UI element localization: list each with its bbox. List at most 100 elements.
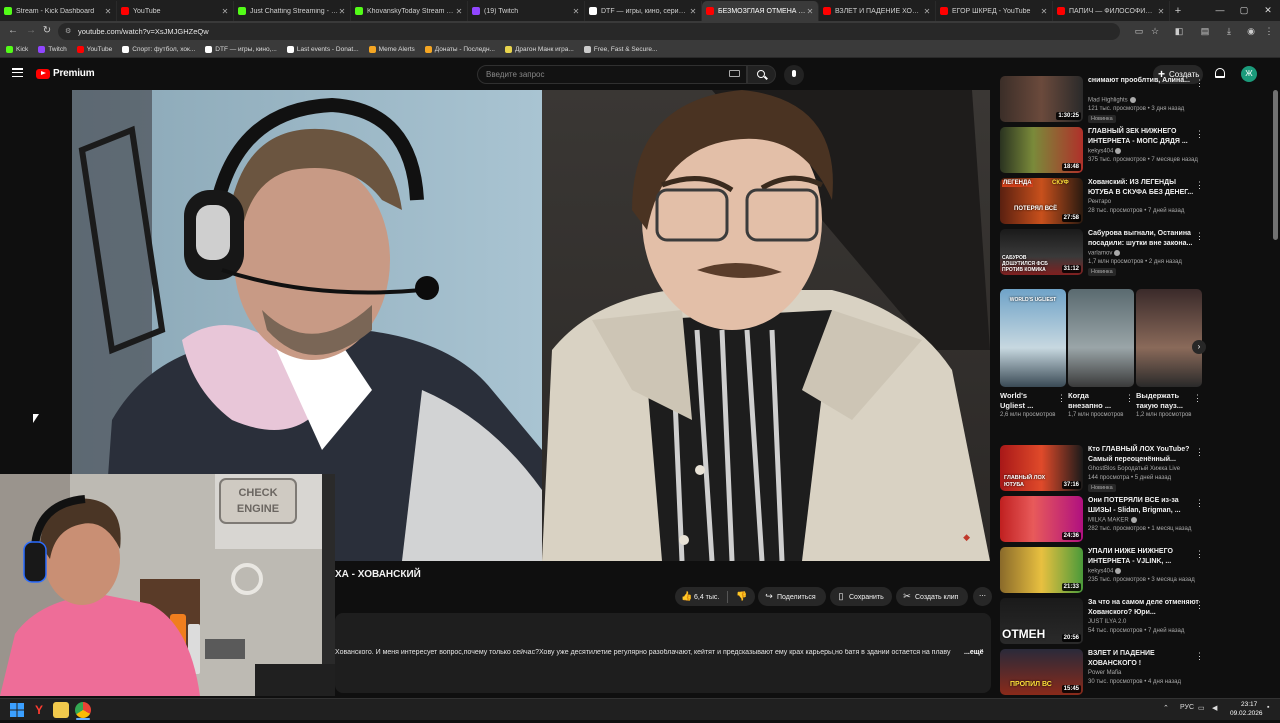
video-thumbnail[interactable]: 24:36 bbox=[1000, 496, 1083, 542]
channel-name[interactable]: Рентаро bbox=[1088, 199, 1111, 205]
avatar[interactable]: Ж bbox=[1241, 66, 1257, 82]
new-tab-icon[interactable]: + bbox=[1170, 1, 1186, 21]
browser-tab[interactable]: Just Chatting Streaming - Live ✕ bbox=[234, 1, 351, 21]
more-vert-icon[interactable]: ⋮ bbox=[1195, 498, 1204, 509]
browser-tab[interactable]: DTF — игры, кино, сериалы ✕ bbox=[585, 1, 702, 21]
browser-tab[interactable]: (19) Twitch ✕ bbox=[468, 1, 585, 21]
recommended-video[interactable]: 27:58 ЛЕГЕНДА СКУФ ПОТЕРЯЛ ВСЁ Хованский: ИЗ… bbox=[1000, 178, 1210, 224]
more-vert-icon[interactable]: ⋮ bbox=[1195, 180, 1204, 191]
short-thumbnail[interactable] bbox=[1068, 289, 1134, 387]
more-vert-icon[interactable]: ⋮ bbox=[1193, 393, 1202, 404]
back-icon[interactable]: ← bbox=[6, 24, 20, 38]
short-title[interactable]: Когда внезапно ... bbox=[1068, 391, 1122, 411]
browser-tab[interactable]: ЕГОР ШКРЕД - YouTube ✕ bbox=[936, 1, 1053, 21]
youtube-logo[interactable]: Premium bbox=[36, 68, 95, 79]
more-vert-icon[interactable]: ⋮ bbox=[1195, 447, 1204, 458]
video-title[interactable]: ВЗЛЕТ И ПАДЕНИЕ ХОВАНСКОГО ! bbox=[1088, 649, 1200, 669]
browser-tab[interactable]: ПАПИЧ — ФИЛОСОФИЯ СВОБОДЫ✕ bbox=[1053, 1, 1170, 21]
video-thumbnail[interactable]: 27:58 ЛЕГЕНДА СКУФ ПОТЕРЯЛ ВСЁ bbox=[1000, 178, 1083, 224]
tab-close-icon[interactable]: ✕ bbox=[1157, 7, 1165, 16]
browser-menu-icon[interactable]: ⋮ bbox=[1262, 24, 1276, 38]
more-actions-icon[interactable]: ⋯ bbox=[973, 587, 992, 606]
video-title[interactable]: снимают прооблтив, Алина... bbox=[1088, 76, 1200, 86]
minimize-icon[interactable]: — bbox=[1208, 0, 1232, 20]
tab-close-icon[interactable]: ✕ bbox=[338, 7, 346, 16]
channel-name[interactable]: kekys404 bbox=[1088, 148, 1122, 155]
bookmark-item[interactable]: Донаты - Последн... bbox=[424, 46, 495, 53]
file-explorer-icon[interactable] bbox=[53, 702, 69, 718]
keyboard-icon[interactable] bbox=[729, 70, 740, 77]
tab-close-icon[interactable]: ✕ bbox=[572, 7, 580, 16]
browser-tab[interactable]: YouTube ✕ bbox=[117, 1, 234, 21]
notification-center-icon[interactable]: ▪ bbox=[1267, 704, 1269, 711]
video-title[interactable]: УПАЛИ НИЖЕ НИЖНЕГО ИНТЕРНЕТА - VJLINK, .… bbox=[1088, 547, 1200, 567]
network-icon[interactable]: ▭ bbox=[1198, 704, 1205, 712]
short-item[interactable]: WORLD'S UGLIEST World's Ugliest ... 2,6 мл… bbox=[1000, 289, 1066, 420]
more-vert-icon[interactable]: ⋮ bbox=[1195, 651, 1204, 662]
video-thumbnail[interactable]: 21:33 bbox=[1000, 547, 1083, 593]
channel-name[interactable]: Mad Highlights bbox=[1088, 97, 1136, 104]
notifications-bell-icon[interactable] bbox=[1215, 68, 1225, 78]
more-vert-icon[interactable]: ⋮ bbox=[1057, 393, 1066, 404]
tab-close-icon[interactable]: ✕ bbox=[923, 7, 931, 16]
video-thumbnail[interactable]: 37:16 ГЛАВНЫЙ ЛОХ ЮТУБА bbox=[1000, 445, 1083, 491]
site-info-icon[interactable]: ⚙ bbox=[65, 23, 71, 40]
clock-time[interactable]: 23:17 bbox=[1241, 701, 1257, 708]
clock-date[interactable]: 09.02.2026 bbox=[1230, 710, 1263, 717]
recommended-video[interactable]: 18:48 ГЛАВНЫЙ ЗЕК НИЖНЕГО ИНТЕРНЕТА - МОП… bbox=[1000, 127, 1210, 173]
chevron-right-icon[interactable]: › bbox=[1192, 340, 1206, 354]
recommended-video[interactable]: 15:45 ПРОПИЛ ВС ВЗЛЕТ И ПАДЕНИЕ ХОВАНСКОГО… bbox=[1000, 649, 1210, 695]
video-title[interactable]: Хованский: ИЗ ЛЕГЕНДЫ ЮТУБА В СКУФА БЕЗ … bbox=[1088, 178, 1200, 198]
volume-icon[interactable]: ◀ bbox=[1212, 704, 1217, 712]
tab-close-icon[interactable]: ✕ bbox=[221, 7, 229, 16]
bookmark-item[interactable]: Twitch bbox=[38, 46, 67, 53]
video-thumbnail[interactable]: 31:12 САБУРОВ ДОШУТИЛСЯ ФСБ ПРОТИВ КОМИКА bbox=[1000, 229, 1083, 275]
tab-close-icon[interactable]: ✕ bbox=[104, 7, 112, 16]
more-vert-icon[interactable]: ⋮ bbox=[1195, 129, 1204, 140]
channel-name[interactable]: varlamov bbox=[1088, 250, 1121, 257]
short-thumbnail[interactable] bbox=[1136, 289, 1202, 387]
cast-icon[interactable]: ▭ bbox=[1132, 24, 1146, 38]
share-button[interactable]: ↪ Поделиться bbox=[758, 587, 826, 606]
tab-close-icon[interactable]: ✕ bbox=[689, 7, 697, 16]
bookmark-item[interactable]: Спорт: футбол, хок... bbox=[122, 46, 195, 53]
search-button[interactable] bbox=[747, 65, 776, 84]
channel-name[interactable]: JUST ILYA 2.0 bbox=[1088, 619, 1126, 625]
video-title[interactable]: Сабурова выгнали, Останина посадили: шут… bbox=[1088, 229, 1200, 249]
recommended-video[interactable]: 37:16 ГЛАВНЫЙ ЛОХ ЮТУБА Кто ГЛАВНЫЙ ЛОХ Yo… bbox=[1000, 445, 1210, 492]
clip-button[interactable]: ✂ Создать клип bbox=[896, 587, 968, 606]
voice-search-icon[interactable] bbox=[784, 65, 804, 85]
page-scrollbar[interactable] bbox=[1273, 90, 1278, 240]
short-item[interactable]: Выдержать такую пауз... 1,2 млн просмотро… bbox=[1136, 289, 1202, 420]
forward-icon[interactable]: → bbox=[24, 24, 38, 38]
short-title[interactable]: World's Ugliest ... bbox=[1000, 391, 1054, 411]
bookmark-item[interactable]: Last events - Donat... bbox=[286, 46, 359, 53]
tab-close-icon[interactable]: ✕ bbox=[455, 7, 463, 16]
address-bar[interactable]: ⚙ youtube.com/watch?v=XsJMJGHZeQw bbox=[58, 23, 1120, 40]
downloads-icon[interactable]: ⤓ bbox=[1222, 24, 1236, 38]
hamburger-menu-icon[interactable] bbox=[12, 68, 23, 78]
window-close-icon[interactable]: ✕ bbox=[1256, 0, 1280, 20]
bookmark-item[interactable]: YouTube bbox=[76, 46, 112, 53]
description-more-link[interactable]: ...ещё bbox=[964, 649, 984, 656]
recommended-video[interactable]: 24:36 Они ПОТЕРЯЛИ ВСЕ из-за ШИЗЫ - Slida… bbox=[1000, 496, 1210, 542]
dislike-button[interactable]: 👎 bbox=[736, 587, 747, 606]
channel-name[interactable]: Power Mafia bbox=[1088, 670, 1121, 676]
extensions-icon[interactable]: ◧ bbox=[1172, 24, 1186, 38]
tab-close-icon[interactable]: ✕ bbox=[806, 7, 814, 16]
video-thumbnail[interactable]: 1:30:25 bbox=[1000, 76, 1083, 122]
bookmark-item[interactable]: DTF — игры, кино,... bbox=[205, 46, 277, 53]
recommended-video[interactable]: 31:12 САБУРОВ ДОШУТИЛСЯ ФСБ ПРОТИВ КОМИКА… bbox=[1000, 229, 1210, 276]
reload-icon[interactable]: ↻ bbox=[40, 24, 54, 38]
more-vert-icon[interactable]: ⋮ bbox=[1125, 393, 1134, 404]
more-vert-icon[interactable]: ⋮ bbox=[1195, 78, 1204, 89]
tab-close-icon[interactable]: ✕ bbox=[1040, 7, 1048, 16]
search-input[interactable]: Введите запрос bbox=[477, 65, 747, 84]
yandex-browser-icon[interactable]: Y bbox=[31, 702, 47, 718]
input-language[interactable]: РУС bbox=[1180, 704, 1194, 711]
video-title[interactable]: За что на самом деле отменяют Хованского… bbox=[1088, 598, 1200, 618]
sidepanel-icon[interactable]: ▤ bbox=[1198, 24, 1212, 38]
bookmark-item[interactable]: Meme Alerts bbox=[368, 46, 415, 53]
short-thumbnail[interactable]: WORLD'S UGLIEST bbox=[1000, 289, 1066, 387]
profile-icon[interactable]: ◉ bbox=[1244, 24, 1258, 38]
